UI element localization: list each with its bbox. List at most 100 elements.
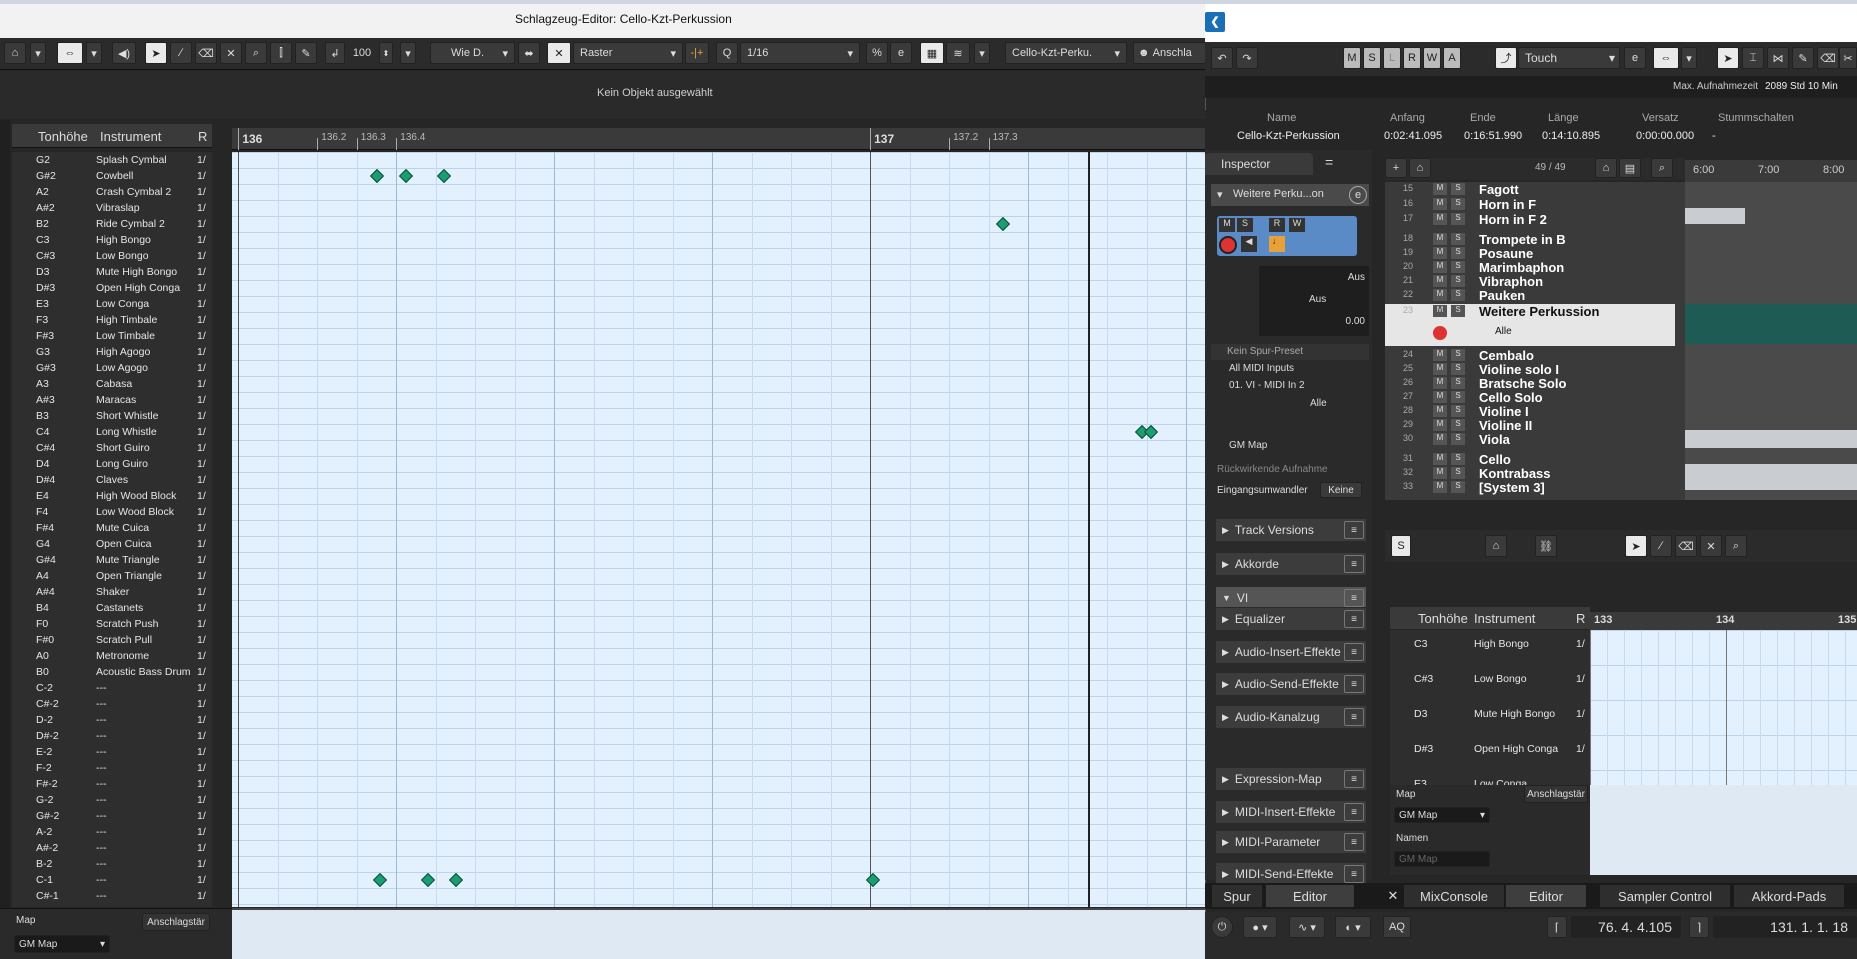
- lane-select[interactable]: Anschlagstär: [142, 913, 210, 931]
- track-mute-button[interactable]: M: [1433, 275, 1447, 287]
- drum-row[interactable]: C-2 --- 1/: [12, 680, 212, 696]
- track-solo-button[interactable]: S: [1451, 419, 1465, 431]
- velocity-field[interactable]: 100: [347, 42, 377, 64]
- section-icon[interactable]: ≡: [1344, 865, 1364, 883]
- lower-drum-row[interactable]: D3 Mute High Bongo 1/: [1390, 706, 1590, 726]
- lower-names-select[interactable]: GM Map: [1394, 851, 1490, 867]
- track-row[interactable]: 28 M S Violine I: [1385, 404, 1675, 419]
- track-mute-button[interactable]: M: [1433, 261, 1447, 273]
- track-solo-button[interactable]: S: [1451, 305, 1465, 317]
- drum-row[interactable]: F#4 Mute Cuica 1/: [12, 520, 212, 536]
- info-value[interactable]: 0:14:10.895: [1542, 130, 1600, 142]
- audio-mode-icon[interactable]: ∿ ▾: [1289, 916, 1325, 938]
- lower-eraser-icon[interactable]: ⌫: [1675, 535, 1697, 557]
- inspector-menu-icon[interactable]: =: [1325, 154, 1333, 170]
- track-row[interactable]: 17 M S Horn in F 2: [1385, 212, 1675, 227]
- track-row[interactable]: 27 M S Cello Solo: [1385, 390, 1675, 405]
- preset-row[interactable]: Kein Spur-Preset: [1211, 344, 1369, 360]
- info-value[interactable]: 0:02:41.095: [1384, 130, 1442, 142]
- section-icon[interactable]: ≡: [1344, 708, 1364, 726]
- info-value[interactable]: 0:00:00.000: [1636, 130, 1694, 142]
- left-locator-field[interactable]: 76. 4. 4.105: [1571, 916, 1681, 938]
- write-all-button[interactable]: W: [1423, 47, 1441, 69]
- drum-row[interactable]: A#3 Maracas 1/: [12, 392, 212, 408]
- section-icon[interactable]: ≡: [1344, 803, 1364, 821]
- track-mute-button[interactable]: M: [1433, 198, 1447, 210]
- nudge-dropdown-icon[interactable]: ▾: [86, 42, 102, 64]
- drum-row[interactable]: A#-2 --- 1/: [12, 840, 212, 856]
- track-solo-button[interactable]: S: [1451, 247, 1465, 259]
- drum-row[interactable]: G#3 Low Agogo 1/: [12, 360, 212, 376]
- lower-pointer-icon[interactable]: ➤: [1625, 535, 1647, 557]
- track-solo-button[interactable]: S: [1451, 391, 1465, 403]
- glue-tool-icon[interactable]: ⋈: [1767, 47, 1789, 69]
- drum-row[interactable]: C#4 Short Guiro 1/: [12, 440, 212, 456]
- scissors-tool-icon[interactable]: ✂: [1839, 47, 1857, 69]
- track-solo-button[interactable]: S: [1451, 349, 1465, 361]
- drum-map-value[interactable]: GM Map: [1229, 440, 1267, 451]
- header-pitch[interactable]: Tonhöhe: [38, 129, 88, 144]
- lower-map-select[interactable]: GM Map ▾: [1394, 807, 1490, 823]
- inspector-section[interactable]: ▶ MIDI-Parameter ≡: [1215, 830, 1367, 854]
- lock-button[interactable]: ♩: [1269, 236, 1285, 252]
- track-mute-button[interactable]: M: [1433, 405, 1447, 417]
- lower-header-length[interactable]: R: [1576, 611, 1585, 626]
- drum-row[interactable]: B2 Ride Cymbal 2 1/: [12, 216, 212, 232]
- automation-all-button[interactable]: A: [1443, 47, 1461, 69]
- nudge-palette-icon[interactable]: ⇔: [1653, 47, 1679, 69]
- section-icon[interactable]: ≡: [1344, 675, 1364, 693]
- drum-row[interactable]: F-2 --- 1/: [12, 760, 212, 776]
- drum-row[interactable]: C#-2 --- 1/: [12, 696, 212, 712]
- drum-row[interactable]: A-2 --- 1/: [12, 824, 212, 840]
- info-value[interactable]: Cello-Kzt-Perkussion: [1237, 130, 1340, 142]
- drum-map-icon[interactable]: ▦: [920, 42, 944, 64]
- track-row[interactable]: 16 M S Horn in F: [1385, 197, 1675, 212]
- inspector-section[interactable]: ▶ Akkorde ≡: [1215, 552, 1367, 576]
- track-solo-button[interactable]: S: [1451, 198, 1465, 210]
- track-row[interactable]: 33 M S [System 3]: [1385, 480, 1675, 495]
- section-icon[interactable]: ≡: [1344, 833, 1364, 851]
- midi-input[interactable]: All MIDI Inputs: [1229, 363, 1294, 374]
- tab-editor-2[interactable]: Editor: [1506, 885, 1586, 907]
- track-solo-button[interactable]: S: [1451, 183, 1465, 195]
- layout-icon[interactable]: ≋: [946, 42, 970, 64]
- undo-icon[interactable]: ↶: [1211, 47, 1233, 69]
- drum-row[interactable]: G#-2 --- 1/: [12, 808, 212, 824]
- map-select[interactable]: GM Map ▾: [14, 935, 110, 953]
- length-quantize-select[interactable]: Wie D. ▾: [430, 42, 515, 64]
- track-row[interactable]: 29 M S Violine II: [1385, 418, 1675, 433]
- drum-row[interactable]: G#2 Cowbell 1/: [12, 168, 212, 184]
- track-solo-button[interactable]: S: [1451, 363, 1465, 375]
- track-mute-button[interactable]: M: [1433, 467, 1447, 479]
- track-row[interactable]: 30 M S Viola: [1385, 432, 1675, 447]
- header-instrument[interactable]: Instrument: [100, 129, 161, 144]
- section-icon[interactable]: ≡: [1344, 589, 1364, 607]
- drum-note[interactable]: [866, 872, 881, 888]
- track-row[interactable]: 19 M S Posaune: [1385, 246, 1675, 261]
- tab-mixconsole[interactable]: MixConsole: [1404, 885, 1504, 907]
- mute-button[interactable]: M: [1219, 218, 1235, 232]
- record-mode-icon[interactable]: ● ▾: [1243, 916, 1277, 938]
- track-record-button[interactable]: [1433, 326, 1447, 340]
- track-visibility-icon[interactable]: ⌂: [1595, 158, 1617, 178]
- track-solo-button[interactable]: S: [1451, 377, 1465, 389]
- drum-row[interactable]: C-1 --- 1/: [12, 872, 212, 888]
- drum-row[interactable]: C3 High Bongo 1/: [12, 232, 212, 248]
- pointer-tool-icon[interactable]: ➤: [145, 42, 167, 64]
- record-button[interactable]: [1219, 236, 1237, 254]
- project-eraser-tool-icon[interactable]: ⌫: [1817, 47, 1839, 69]
- drum-row[interactable]: A4 Open Triangle 1/: [12, 568, 212, 584]
- drum-row[interactable]: D-2 --- 1/: [12, 712, 212, 728]
- metronome-mode-icon[interactable]: ◐ ▾: [1335, 916, 1371, 938]
- track-solo-button[interactable]: S: [1451, 289, 1465, 301]
- lower-home-icon[interactable]: ⌂: [1485, 535, 1507, 557]
- drum-note[interactable]: [398, 168, 413, 184]
- write-button[interactable]: W: [1289, 218, 1305, 232]
- eraser-tool-icon[interactable]: ⌫: [195, 42, 217, 64]
- track-mute-button[interactable]: M: [1433, 247, 1447, 259]
- mute-all-button[interactable]: M: [1343, 47, 1361, 69]
- track-mute-button[interactable]: M: [1433, 419, 1447, 431]
- track-mute-button[interactable]: M: [1433, 481, 1447, 493]
- drum-row[interactable]: F4 Low Wood Block 1/: [12, 504, 212, 520]
- automation-settings-icon[interactable]: e: [1624, 47, 1646, 69]
